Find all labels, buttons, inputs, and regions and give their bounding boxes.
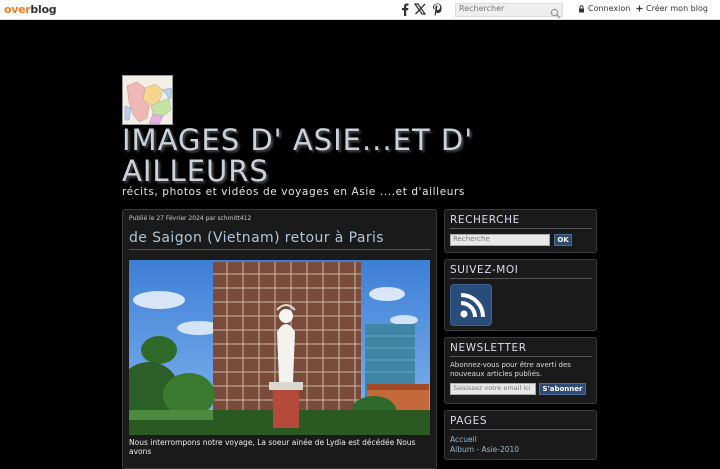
pages-widget: PAGES Accueil Album - Asie-2010 — [444, 410, 597, 460]
follow-widget: SUIVEZ-MOI — [444, 259, 597, 331]
newsletter-widget: NEWSLETTER Abonnez-vous pour être averti… — [444, 337, 597, 404]
page-link-accueil[interactable]: Accueil — [450, 435, 477, 444]
overblog-logo[interactable]: overblog — [4, 3, 57, 16]
lock-icon — [579, 4, 584, 12]
subscribe-button[interactable]: S'abonner — [539, 383, 586, 395]
post-photo[interactable] — [129, 260, 430, 435]
pages-widget-title: PAGES — [450, 415, 592, 430]
create-blog-link[interactable]: Créer mon blog — [636, 4, 708, 13]
post-meta: Publié le 27 Février 2024 par schmitt412 — [129, 215, 252, 222]
newsletter-widget-title: NEWSLETTER — [450, 342, 592, 357]
plus-icon — [636, 5, 643, 12]
follow-widget-title: SUIVEZ-MOI — [450, 264, 592, 279]
post-excerpt: Nous interrompons notre voyage, La soeur… — [129, 438, 416, 456]
blog-map-thumbnail[interactable] — [122, 75, 173, 125]
search-widget: RECHERCHE Recherche OK — [444, 209, 597, 253]
article-card: Publié le 27 Février 2024 par schmitt412… — [122, 209, 437, 469]
search-icon[interactable] — [550, 4, 561, 19]
logo-over: over — [4, 3, 31, 16]
x-twitter-icon[interactable] — [413, 2, 427, 16]
newsletter-text: Abonnez-vous pour être averti des nouvea… — [450, 361, 571, 378]
logo-blog: blog — [30, 3, 57, 16]
login-label: Connexion — [588, 4, 631, 13]
post-title[interactable]: de Saigon (Vietnam) retour à Paris — [129, 230, 431, 250]
newsletter-email-input[interactable]: Saisissez votre email ici — [450, 383, 536, 395]
sidebar-search-input[interactable]: Recherche — [450, 234, 550, 246]
facebook-icon[interactable] — [398, 2, 412, 16]
rss-icon[interactable] — [450, 284, 492, 326]
create-blog-label: Créer mon blog — [646, 4, 708, 13]
login-link[interactable]: Connexion — [578, 4, 630, 13]
blog-title[interactable]: IMAGES D' ASIE...ET D' AILLEURS — [122, 125, 542, 187]
search-widget-title: RECHERCHE — [450, 214, 592, 229]
top-search-input[interactable]: Rechercher — [455, 3, 563, 17]
search-ok-button[interactable]: OK — [554, 234, 572, 246]
pinterest-icon[interactable] — [430, 2, 444, 16]
blog-subtitle: récits, photos et vidéos de voyages en A… — [122, 186, 466, 198]
top-bar: overblog Rechercher Connexion Créer mon … — [0, 0, 720, 20]
